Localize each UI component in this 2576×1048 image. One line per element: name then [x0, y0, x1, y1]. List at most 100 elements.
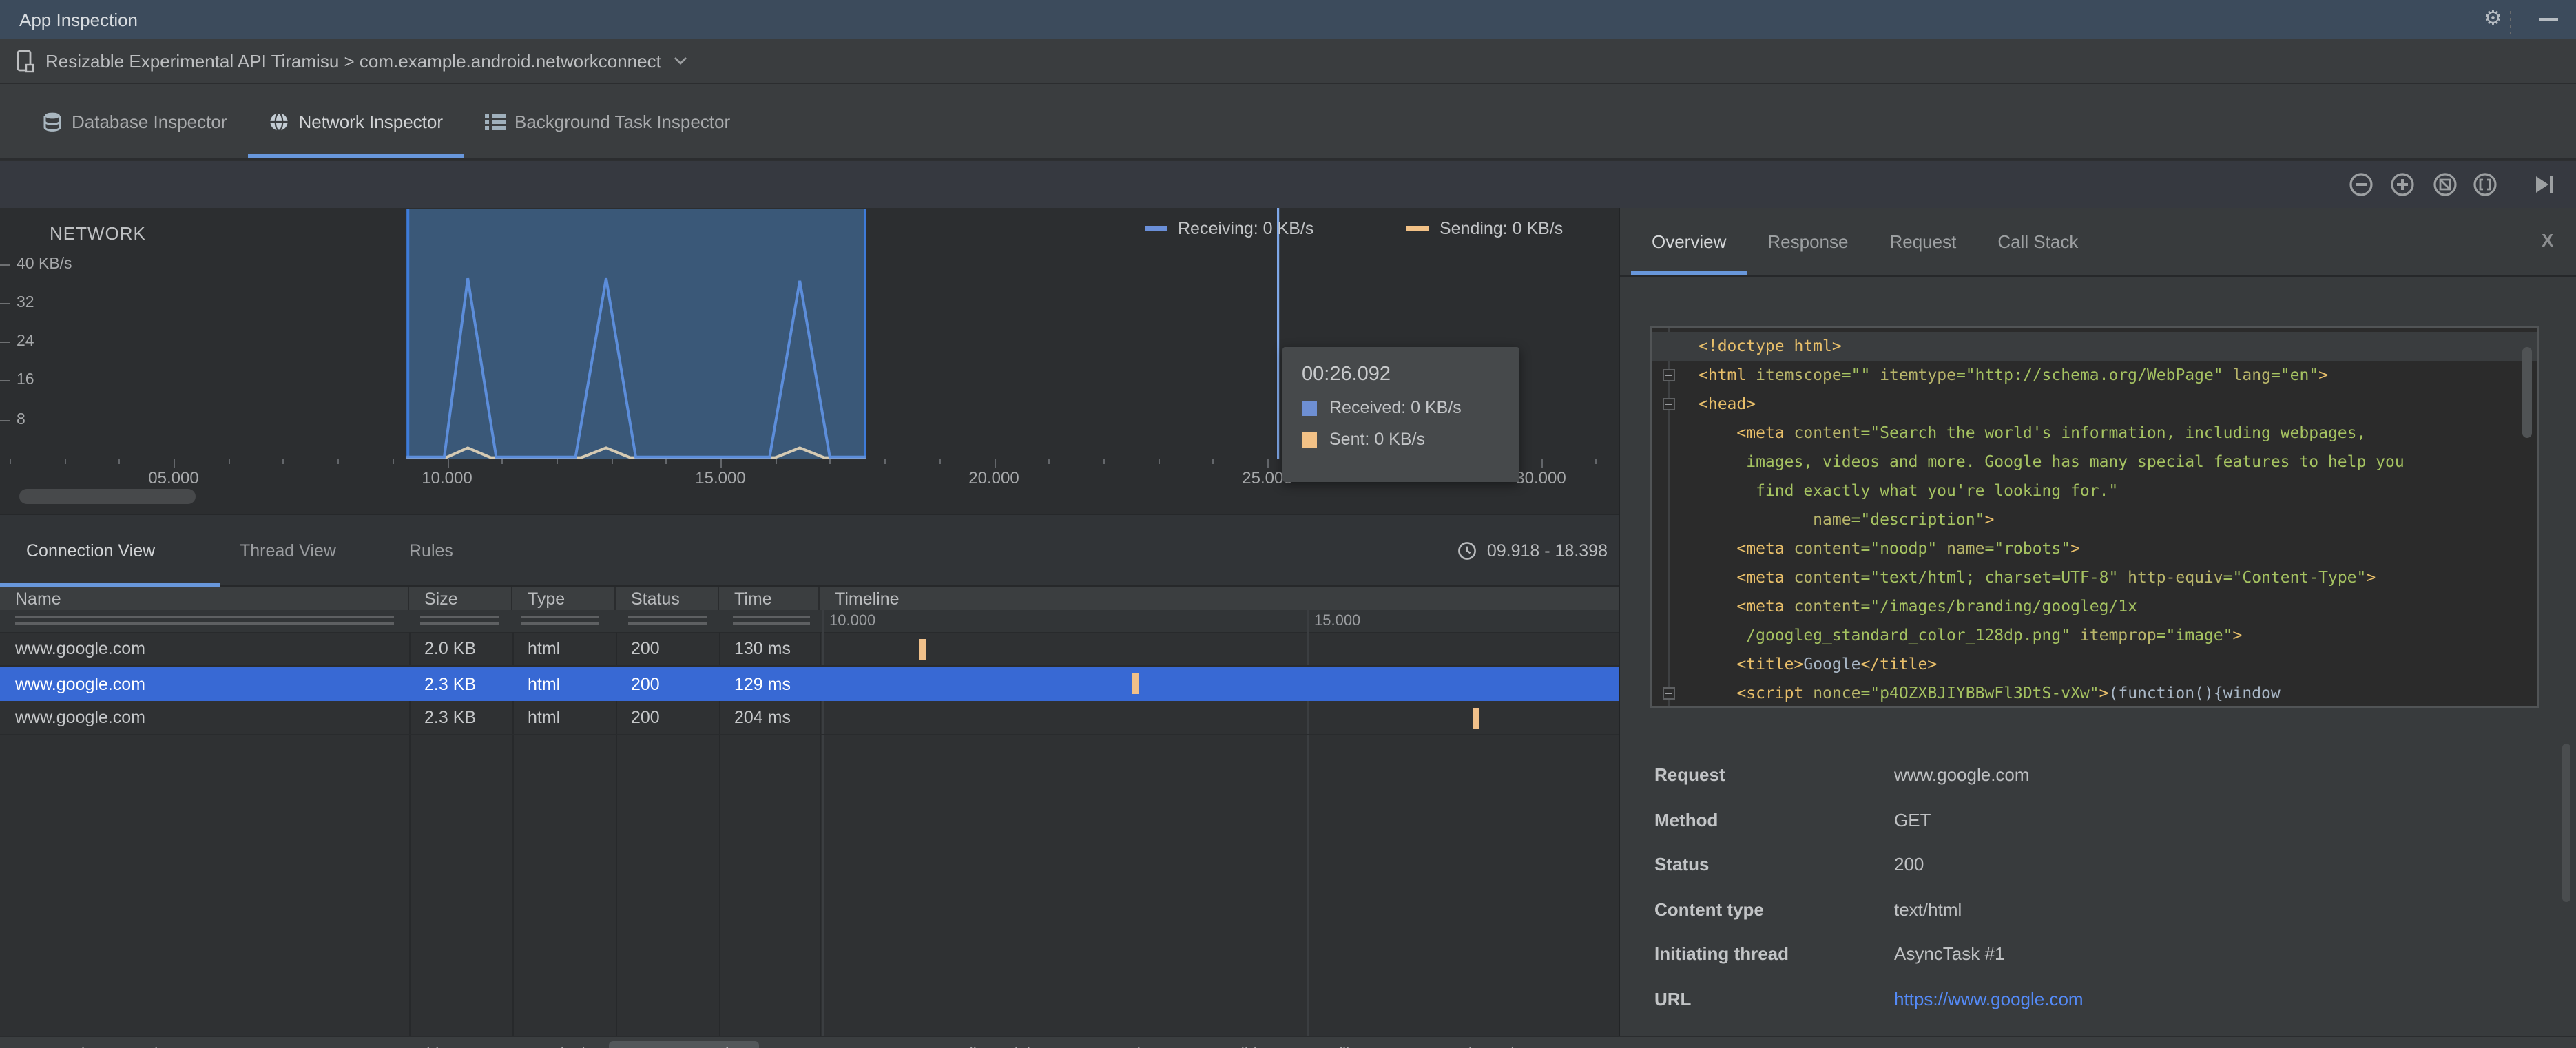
- fold-marker-icon[interactable]: [1663, 687, 1675, 700]
- bottom-bar-item-run[interactable]: Run: [181, 1040, 256, 1048]
- x-tick: [775, 459, 777, 464]
- bottom-bar-item-terminal[interactable]: Terminal: [492, 1040, 598, 1048]
- y-axis-label: 32: [17, 294, 34, 311]
- filter-dash: [628, 622, 707, 625]
- bottom-bar-item-logcat[interactable]: Logcat: [770, 1040, 863, 1048]
- bottom-bar-item-todo[interactable]: TODO: [267, 1040, 357, 1048]
- code-line: <script nonce="p4OZXBJIYBBwFl3DtS-vXw">(…: [1736, 683, 2281, 702]
- tab-network-inspector[interactable]: Network Inspector: [247, 84, 464, 158]
- request-timeline-marker: [1472, 708, 1479, 729]
- filter-dash: [420, 616, 499, 618]
- bottom-bar-item-upgrade-assistant[interactable]: Upgrade Assistant: [1387, 1040, 1561, 1048]
- bottom-bar-item-services[interactable]: Services: [1071, 1040, 1177, 1048]
- fold-marker-icon[interactable]: [1663, 398, 1675, 410]
- tab-connection-view[interactable]: Connection View: [26, 515, 155, 587]
- tooltip-time: 00:26.092: [1302, 364, 1391, 386]
- table-row[interactable]: www.google.com 2.3 KB html 200 204 ms: [0, 701, 1619, 735]
- request-timeline-marker: [1132, 673, 1140, 694]
- field-label: Method: [1654, 809, 1718, 830]
- detail-tab-call-stack[interactable]: Call Stack: [1977, 208, 2099, 275]
- bottom-bar-item-app-quality-insights[interactable]: App Quality Insights: [874, 1040, 1061, 1048]
- x-axis-label: 05.000: [148, 468, 199, 488]
- close-icon[interactable]: X: [2542, 230, 2553, 251]
- process-selector-bar[interactable]: Resizable Experimental API Tiramisu > co…: [0, 39, 2576, 84]
- window-titlebar: App Inspection: [0, 0, 2576, 39]
- chart-horizontal-scrollbar[interactable]: [19, 489, 196, 504]
- code-line: name="description">: [1699, 510, 1995, 529]
- cell-type: html: [528, 708, 561, 727]
- chevron-down-icon[interactable]: [674, 56, 687, 65]
- code-line: images, videos and more. Google has many…: [1699, 452, 2404, 471]
- x-tick: [556, 459, 558, 464]
- skip-to-end-icon[interactable]: [2532, 172, 2557, 197]
- timeline-tick-label: 15.000: [1314, 613, 1361, 629]
- cell-size: 2.0 KB: [424, 639, 477, 658]
- column-header-time[interactable]: Time: [719, 587, 820, 610]
- bottom-bar-item-version-control[interactable]: Version Control: [17, 1040, 170, 1048]
- x-tick: [939, 459, 941, 464]
- y-axis-tick: [0, 302, 10, 304]
- cell-name: www.google.com: [15, 674, 145, 693]
- legend-receiving: Receiving: 0 KB/s: [1145, 219, 1313, 238]
- detail-tab-overview[interactable]: Overview: [1631, 208, 1747, 275]
- y-axis-tick: [0, 342, 10, 344]
- table-row[interactable]: www.google.com 2.3 KB html 200 129 ms: [0, 667, 1619, 701]
- bottom-bar-item-problems[interactable]: Problems: [369, 1040, 481, 1048]
- response-code-viewer[interactable]: <!doctype html> <html itemscope="" itemty…: [1650, 326, 2539, 708]
- zoom-in-icon[interactable]: [2390, 172, 2415, 197]
- code-line: <head>: [1699, 394, 1756, 413]
- connection-view-bar: Connection View Thread View Rules 09.918 -…: [0, 514, 1619, 587]
- request-timeline-marker: [919, 639, 926, 660]
- column-header-timeline[interactable]: Timeline: [820, 587, 1619, 610]
- legend-swatch: [1145, 226, 1167, 231]
- field-value-link[interactable]: https://www.google.com: [1894, 988, 2084, 1009]
- code-scrollbar[interactable]: [2522, 347, 2532, 438]
- time-range-label: 09.918 - 18.398: [1486, 541, 1608, 560]
- cell-time: 130 ms: [734, 639, 791, 658]
- x-tick: [611, 459, 613, 464]
- fold-marker-icon[interactable]: [1663, 369, 1675, 381]
- detail-panel-scrollbar[interactable]: [2562, 744, 2570, 902]
- tab-rules[interactable]: Rules: [409, 515, 453, 587]
- zoom-out-icon[interactable]: [2349, 172, 2374, 197]
- x-tick: [665, 459, 667, 464]
- tooltip-label: Received: 0 KB/s: [1329, 398, 1462, 417]
- task-list-icon: [484, 112, 505, 130]
- filter-dash: [733, 622, 810, 625]
- field-value: 200: [1894, 854, 1924, 874]
- tab-background-task-inspector[interactable]: Background Task Inspector: [464, 84, 751, 158]
- tab-database-inspector[interactable]: Database Inspector: [22, 84, 247, 158]
- inspector-tab-bar: Database Inspector Network Inspector Backg…: [0, 84, 2576, 160]
- tooltip-label: Sent: 0 KB/s: [1329, 430, 1425, 449]
- x-axis-label: 10.000: [422, 468, 472, 488]
- zoom-to-selection-icon[interactable]: [2473, 172, 2497, 197]
- x-tick: [392, 459, 394, 464]
- x-tick: [174, 459, 175, 468]
- column-header-status[interactable]: Status: [616, 587, 719, 610]
- table-header-row: Name Size Type Status Time Timeline: [0, 587, 1619, 610]
- column-header-type[interactable]: Type: [512, 587, 616, 610]
- x-axis-label: 15.000: [695, 468, 746, 488]
- field-label: Content type: [1654, 899, 1764, 919]
- y-axis-label: 16: [17, 372, 34, 389]
- y-axis-tick: [0, 264, 10, 265]
- column-header-name[interactable]: Name: [0, 587, 409, 610]
- gear-icon[interactable]: ⚙: [2484, 8, 2502, 30]
- table-filter-row: [0, 610, 1619, 633]
- column-header-size[interactable]: Size: [409, 587, 512, 610]
- code-line: /googleg_standard_color_128dp.png" itemp…: [1699, 625, 2243, 644]
- bottom-bar-item-app-inspection[interactable]: App Inspection: [608, 1040, 759, 1048]
- reset-zoom-icon[interactable]: [2433, 172, 2458, 197]
- code-line: <meta content="noodp" name="robots">: [1736, 538, 2080, 558]
- bottom-bar-item-profiler[interactable]: Profiler: [1280, 1040, 1376, 1048]
- table-row[interactable]: www.google.com 2.0 KB html 200 130 ms: [0, 632, 1619, 667]
- detail-tab-request[interactable]: Request: [1869, 208, 1977, 275]
- window-title: App Inspection: [19, 9, 138, 30]
- cell-time: 129 ms: [734, 674, 791, 693]
- tab-thread-view[interactable]: Thread View: [240, 515, 336, 587]
- filter-dash: [15, 622, 394, 625]
- legend-swatch: [1406, 226, 1429, 231]
- minimize-icon[interactable]: [2539, 18, 2558, 21]
- detail-tab-response[interactable]: Response: [1747, 208, 1869, 275]
- bottom-bar-item-build[interactable]: Build: [1189, 1040, 1269, 1048]
